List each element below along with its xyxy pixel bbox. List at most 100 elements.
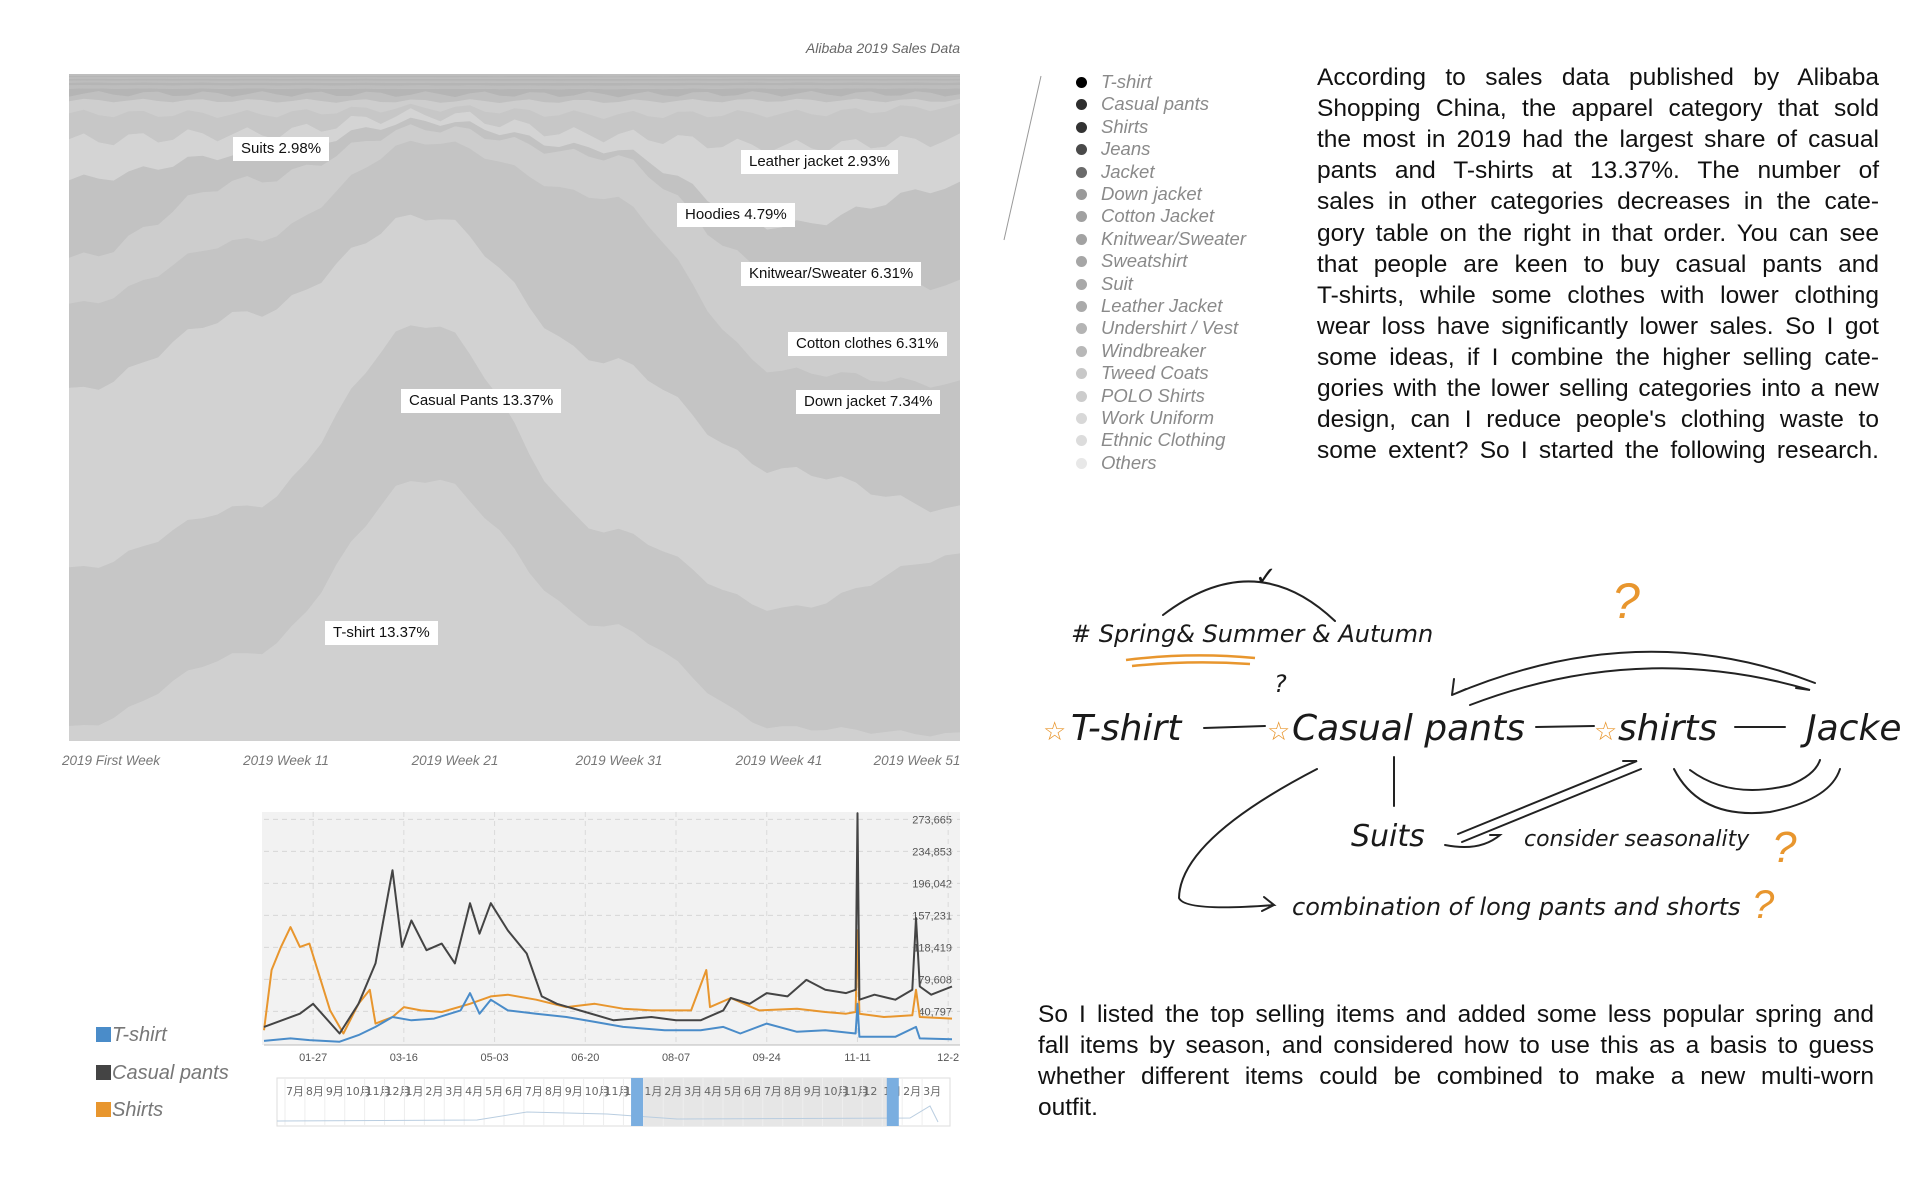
paragraph-line: some extent? So I started the following …: [1317, 437, 1879, 465]
sketch-item-casual-pants: Casual pants: [1292, 708, 1525, 749]
slider-month-label: 4月: [465, 1085, 483, 1098]
slider-month-label: 7月: [764, 1085, 782, 1098]
legend-item: T-shirt: [1076, 71, 1152, 93]
slider-left-handle[interactable]: [631, 1078, 644, 1126]
legend-dot-icon: [1076, 256, 1087, 268]
range-slider[interactable]: 7月 8月 9月 10月11月12月1月 2月 3月 4月 5月 6月 7月 8月 9月 10月11月 1…: [276, 1077, 951, 1127]
slider-right-handle[interactable]: [886, 1078, 899, 1126]
legend-label: Work Uniform: [1101, 407, 1215, 428]
paragraph-line: Shopping China, the apparel category tha…: [1317, 95, 1879, 123]
legend-item: Down jacket: [1076, 183, 1202, 205]
stream-label-casual-pants: Casual Pants 13.37%: [401, 389, 562, 413]
combination-curve: [1177, 768, 1318, 912]
slider-month-label: 1月: [644, 1085, 662, 1098]
legend-dot-icon: [1076, 121, 1087, 133]
legend-label: Shirts: [112, 1099, 164, 1121]
legend-label: Jeans: [1101, 138, 1151, 160]
stream-layer-others: [69, 74, 960, 77]
legend-item: Knitwear/Sweater: [1076, 228, 1246, 250]
legend-label: Windbreaker: [1101, 339, 1206, 361]
line-legend-item: Shirts: [96, 1097, 163, 1123]
legend-item: Tweed Coats: [1076, 362, 1209, 384]
legend-dot-icon: [1076, 99, 1087, 111]
orange-underline: [1125, 654, 1256, 668]
check-mark-icon: ✓: [1255, 562, 1277, 592]
legend-dot-icon: [1076, 77, 1087, 88]
x-tick-label: 09-24: [753, 1052, 781, 1064]
paragraph-line: So I listed the top selling items and ad…: [1038, 1001, 1874, 1028]
star-icon: ☆: [1043, 716, 1066, 746]
legend-dot-icon: [1076, 166, 1087, 178]
legend-dot-icon: [1076, 301, 1087, 312]
stream-label-suits: Suits 2.98%: [233, 137, 330, 161]
sketch-item-jacket: Jacke: [1800, 708, 1901, 749]
legend-dot-icon: [1076, 345, 1087, 357]
legend-dot-icon: [1076, 233, 1087, 245]
orange-question-mark: ?: [1612, 573, 1640, 629]
orange-question-mark: ?: [1772, 823, 1797, 872]
legend-label: Down jacket: [1101, 183, 1202, 204]
divider-line: [1003, 75, 1042, 241]
legend-item: Cotton Jacket: [1076, 205, 1214, 227]
legend-dot-icon: [1076, 144, 1087, 156]
legend-item: Windbreaker: [1076, 340, 1206, 362]
legend-swatch-icon: [96, 1065, 111, 1080]
legend-item: Others: [1076, 452, 1157, 474]
slider-month-label: 9月: [326, 1085, 344, 1098]
slider-month-label: 2月: [664, 1085, 682, 1098]
loop-arc: [1162, 580, 1336, 622]
star-icon: ☆: [1594, 716, 1617, 746]
slider-month-label: 2月: [903, 1085, 921, 1098]
x-tick-label: 01-27: [299, 1052, 327, 1064]
slider-month-label: 6月: [505, 1085, 523, 1098]
stream-chart-title: Alibaba 2019 Sales Data: [805, 40, 960, 56]
slider-month-label: 5月: [485, 1085, 503, 1098]
line-legend-item: T-shirt: [96, 1022, 167, 1048]
paragraph-line: outfit.: [1038, 1094, 1098, 1121]
slider-month-label: 3月: [445, 1085, 463, 1098]
slider-month-label: 8月: [306, 1085, 324, 1098]
legend-dot-icon: [1076, 413, 1087, 424]
x-tick-label: 2019 Week 31: [575, 753, 663, 768]
legend-item: Suit: [1076, 273, 1133, 295]
paragraph-line: that people are keen to buy casual pants…: [1317, 250, 1879, 278]
connector-dash: [1203, 725, 1266, 729]
legend-item: Undershirt / Vest: [1076, 317, 1238, 339]
question-mark: ?: [1274, 670, 1287, 698]
arrow-arc: [1469, 667, 1811, 706]
paragraph-line: sales in other categories decreases in t…: [1317, 188, 1879, 216]
x-tick-label: 06-20: [571, 1052, 599, 1064]
legend-label: Casual pants: [112, 1062, 229, 1084]
y-tick-label: 234,853: [912, 846, 952, 858]
slider-month-label: 4月: [704, 1085, 722, 1098]
legend-label: Leather Jacket: [1101, 295, 1223, 316]
legend-dot-icon: [1076, 211, 1087, 223]
legend-dot-icon: [1076, 390, 1087, 402]
slider-month-label: 7月: [525, 1085, 543, 1098]
y-tick-label: 79,608: [918, 974, 952, 986]
x-tick-label: 12-2: [937, 1052, 959, 1064]
x-tick-label: 11-11: [844, 1052, 871, 1064]
legend-dot-icon: [1076, 323, 1087, 335]
x-tick-label: 2019 Week 21: [411, 753, 499, 768]
line-chart: 273,665234,853196,042157,231118,41979,60…: [262, 812, 960, 1127]
x-tick-label: 03-16: [390, 1052, 418, 1064]
slider-month-label: 7月: [286, 1085, 304, 1098]
stream-layer-polo-shirts: [69, 78, 960, 81]
paragraph-line: pants and T-shirts at 13.37%. The number…: [1317, 157, 1879, 185]
connector-dash: [1535, 725, 1595, 728]
slider-month-label: 5月: [724, 1085, 742, 1098]
sketch-item-tshirt: T-shirt: [1071, 708, 1183, 749]
line-legend-item: Casual pants: [96, 1060, 229, 1086]
legend-dot-icon: [1076, 368, 1087, 380]
legend-label: T-shirt: [112, 1024, 167, 1046]
slider-month-label: 1月: [405, 1085, 423, 1098]
paragraph-line: wear loss have significantly lower sales…: [1317, 312, 1879, 340]
slider-month-label: 8月: [545, 1085, 563, 1098]
legend-label: Knitwear/Sweater: [1101, 227, 1246, 249]
paragraph-line: gories with the lower selling categories…: [1317, 375, 1879, 402]
legend-item: Casual pants: [1076, 93, 1209, 115]
y-tick-label: 196,042: [912, 878, 952, 890]
legend-label: Others: [1101, 451, 1157, 473]
loop-curve: [1689, 759, 1821, 791]
